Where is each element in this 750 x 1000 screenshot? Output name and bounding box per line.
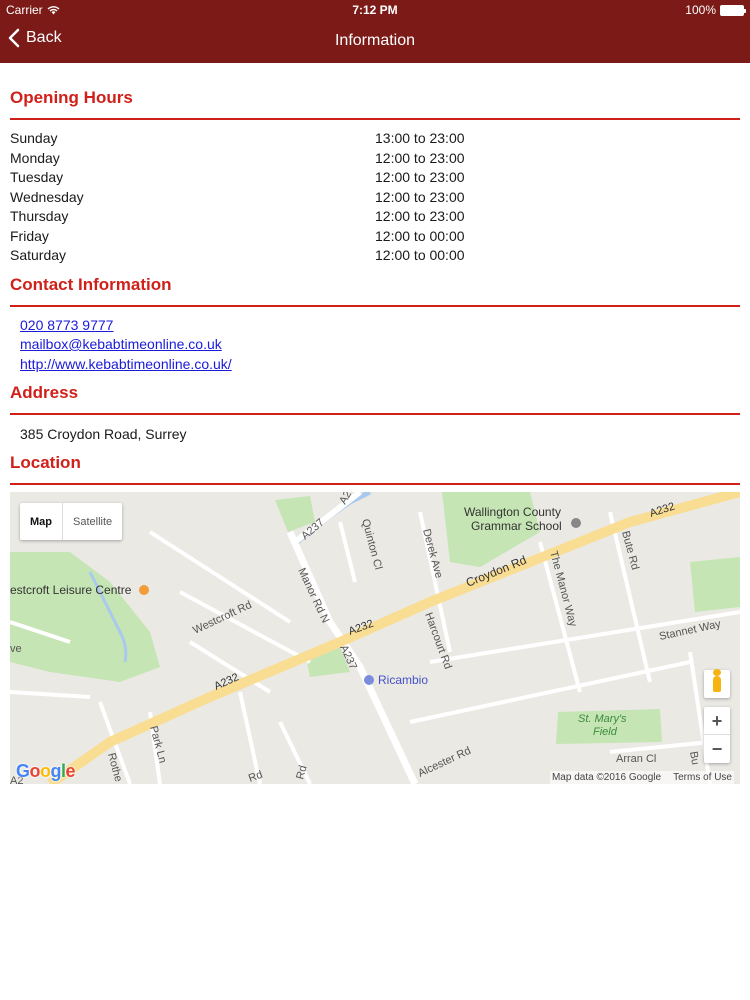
address-text: 385 Croydon Road, Surrey [20,426,187,442]
map-type-satellite-button[interactable]: Satellite [62,503,122,540]
hours-row: Wednesday 12:00 to 23:00 [10,188,740,208]
map-type-map-button[interactable]: Map [20,503,62,540]
map-label-stmarys: St. Mary's [578,713,627,725]
battery-icon [720,4,746,16]
terms-of-use-link[interactable]: Terms of Use [673,772,732,783]
top-bar: Carrier 7:12 PM 100% Back Information [0,0,750,63]
map-label-b: Bu [687,750,701,765]
hours-value: 12:00 to 23:00 [375,169,465,185]
map-label-ve: ve [10,643,22,655]
location-map[interactable]: Wallington County Grammar School estcrof… [10,492,740,784]
map-label-ricambio: Ricambio [378,673,428,687]
map-label-school: Wallington County [464,505,561,519]
zoom-in-button[interactable]: + [704,707,730,735]
day-label: Monday [10,149,60,166]
address-title: Address [10,383,740,415]
hours-value: 12:00 to 23:00 [375,208,465,224]
map-label-leisure: estcroft Leisure Centre [10,583,132,597]
day-label: Wednesday [10,188,84,205]
email-link[interactable]: mailbox@kebabtimeonline.co.uk [20,335,740,355]
map-attribution: Map data ©2016 Google Terms of Use [549,771,734,784]
zoom-control: + − [704,707,730,763]
map-type-control: Map Satellite [20,503,123,540]
map-label-arran: Arran Cl [616,753,656,765]
hours-value: 12:00 to 00:00 [375,247,465,263]
status-bar: Carrier 7:12 PM 100% [0,0,750,20]
day-label: Saturday [10,247,67,263]
ricambio-marker-icon[interactable] [364,675,374,685]
navigation-bar: Back Information [0,20,750,63]
street-view-pegman[interactable] [704,669,730,698]
page-title: Information [334,32,416,49]
hours-row: Thursday 12:00 to 23:00 [10,207,740,227]
day-label: Tuesday [10,169,64,185]
hours-row: Tuesday 12:00 to 23:00 [10,168,740,188]
zoom-out-button[interactable]: − [704,735,730,763]
hours-row: Sunday 13:00 to 23:00 [10,129,740,149]
hours-value: 12:00 to 23:00 [375,149,465,166]
day-label: Thursday [10,208,69,224]
hours-value: 12:00 to 00:00 [375,227,465,244]
day-label: Sunday [10,130,58,146]
school-marker-icon[interactable] [571,518,581,528]
info-content: Opening Hours Sunday 13:00 to 23:00 Monda… [10,88,740,784]
battery-percent: 100% [685,3,716,17]
hours-row: Friday 12:00 to 00:00 [10,227,740,247]
contact-information-title: Contact Information [10,275,740,307]
green-area [690,557,740,612]
status-time: 7:12 PM [352,3,398,17]
map-label-school2: Grammar School [471,519,562,533]
hours-value: 13:00 to 23:00 [375,130,465,146]
google-logo: Google [16,761,76,781]
day-label: Friday [10,227,49,244]
hours-value: 12:00 to 23:00 [375,188,465,205]
hours-row: Monday 12:00 to 23:00 [10,149,740,169]
phone-link[interactable]: 020 8773 9777 [20,316,740,336]
contact-list: 020 8773 9777 mailbox@kebabtimeonline.co… [10,316,740,375]
hours-row: Saturday 12:00 to 00:00 [10,246,740,266]
opening-hours-list: Sunday 13:00 to 23:00 Monday 12:00 to 23:0… [10,129,740,266]
opening-hours-title: Opening Hours [10,88,740,120]
website-link[interactable]: http://www.kebabtimeonline.co.uk/ [20,355,740,375]
map-data-credit: Map data ©2016 Google [551,772,662,783]
map-label-field: Field [593,726,618,738]
battery-indicator: 100% [685,0,746,20]
location-title: Location [10,453,740,485]
pegman-icon [713,669,721,692]
leisure-marker-icon[interactable] [139,585,149,595]
